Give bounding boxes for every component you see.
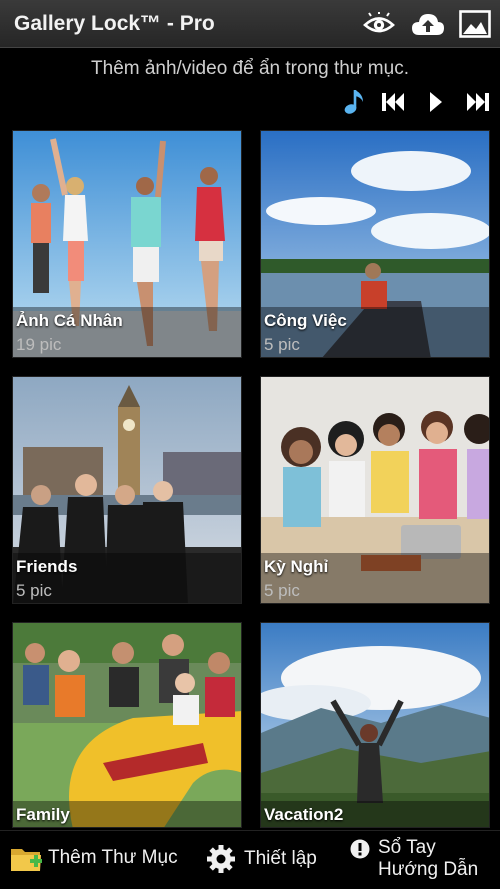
add-folder-button[interactable]: Thêm Thư Mục: [10, 843, 178, 873]
album-count: 5 pic: [16, 581, 52, 600]
album-tile[interactable]: Công Việc 5 pic: [260, 130, 490, 358]
cloud-upload-icon[interactable]: [409, 6, 447, 42]
guide-label-line1: Sổ Tay: [378, 837, 436, 858]
album-name: Friends: [16, 557, 78, 576]
album-name: Vacation2: [264, 805, 344, 824]
album-tile[interactable]: Family: [12, 622, 242, 828]
album-cover-image: [13, 623, 241, 827]
album-tile[interactable]: Ảnh Cá Nhân 19 pic: [12, 130, 242, 358]
album-name: Kỳ Nghỉ: [264, 557, 329, 576]
guide-label-line2: Hướng Dẫn: [378, 859, 479, 880]
fast-forward-icon[interactable]: [463, 86, 493, 118]
eye-icon[interactable]: [360, 6, 398, 42]
title-bar: Gallery Lock™ - Pro: [0, 0, 500, 48]
info-alert-icon: [350, 839, 374, 863]
bottom-bar: Thêm Thư Mục Thiết lập Sổ Tay Hướng Dẫn: [0, 830, 500, 889]
play-icon[interactable]: [423, 86, 449, 118]
image-icon[interactable]: [456, 6, 494, 42]
album-tile[interactable]: Friends 5 pic: [12, 376, 242, 604]
rewind-icon[interactable]: [378, 86, 408, 118]
album-cover-image: [261, 623, 489, 827]
album-name: Công Việc: [264, 311, 347, 330]
album-tile[interactable]: Vacation2: [260, 622, 490, 828]
hint-text: Thêm ảnh/video để ẩn trong thư mục.: [91, 58, 409, 79]
settings-label: Thiết lập: [244, 848, 317, 869]
music-note-icon[interactable]: [340, 86, 370, 118]
guide-button[interactable]: Sổ Tay Hướng Dẫn: [350, 837, 478, 881]
album-count: 5 pic: [264, 335, 300, 354]
folder-add-icon: [10, 843, 44, 873]
album-tile[interactable]: Kỳ Nghỉ 5 pic: [260, 376, 490, 604]
guide-label: Sổ Tay Hướng Dẫn: [378, 837, 478, 881]
album-count: 19 pic: [16, 335, 62, 354]
app-title: Gallery Lock™ - Pro: [14, 12, 215, 35]
album-name: Family: [16, 805, 70, 824]
add-folder-label: Thêm Thư Mục: [48, 847, 178, 868]
settings-button[interactable]: Thiết lập: [206, 844, 317, 874]
album-count: 5 pic: [264, 581, 300, 600]
gear-icon: [206, 844, 238, 874]
album-name: Ảnh Cá Nhân: [16, 311, 123, 330]
